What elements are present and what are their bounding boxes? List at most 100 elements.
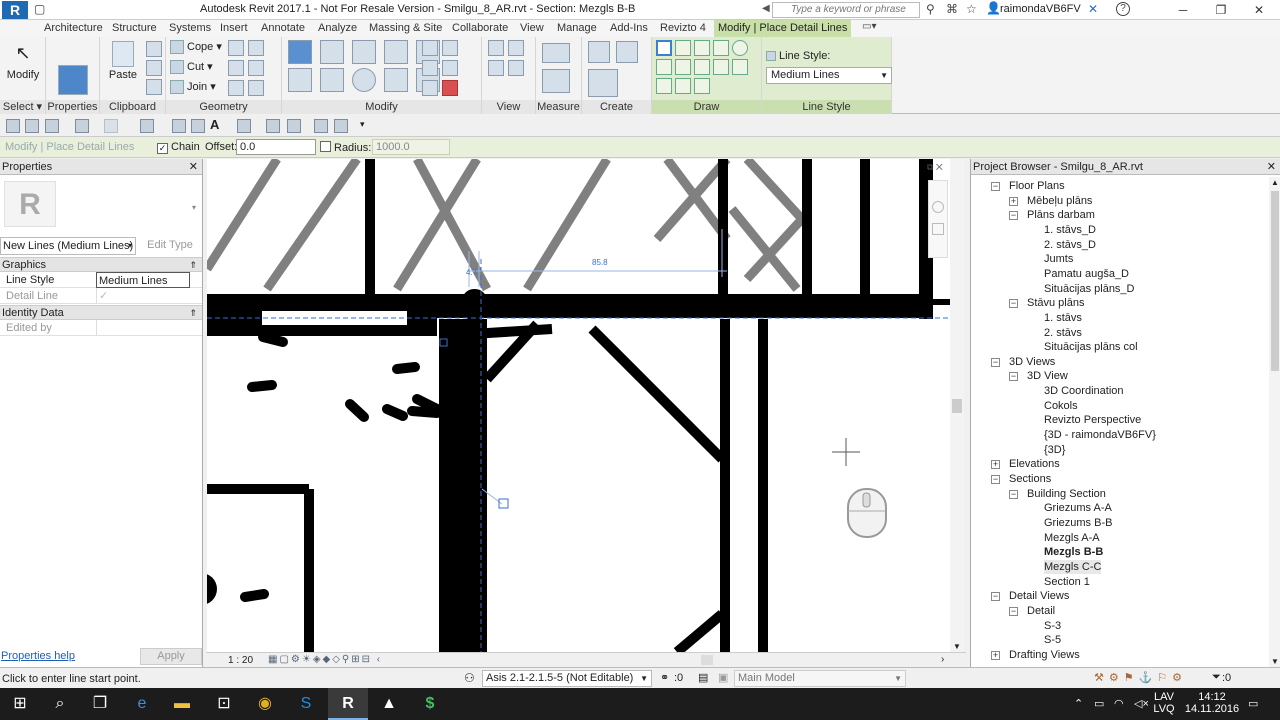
close-hidden-icon[interactable] [314, 119, 328, 133]
filter-icon[interactable]: ⏷ [1212, 671, 1221, 684]
chrome-icon[interactable]: ◉ [245, 688, 285, 720]
trim-multiple-icon[interactable] [442, 40, 458, 56]
browser-node[interactable]: 2. stāvs_D [1044, 238, 1096, 252]
print-icon[interactable] [140, 119, 154, 133]
collapse-icon[interactable]: − [1009, 211, 1018, 221]
grip-handle[interactable] [498, 498, 509, 509]
minimize-ribbon-icon[interactable]: ▭▾ [862, 21, 876, 32]
collapse-icon[interactable]: ⇑ [189, 258, 197, 272]
spline-icon[interactable] [732, 59, 748, 75]
rectangle-tool-icon[interactable] [675, 40, 691, 56]
store-icon[interactable]: ⊡ [204, 688, 244, 720]
properties-button[interactable] [56, 65, 90, 99]
graphics-section[interactable]: Graphics ⇑ [0, 257, 202, 272]
design-options-icon-2[interactable]: ▣ [718, 671, 728, 684]
exchange-icon[interactable]: ✕ [1088, 2, 1098, 16]
tab-revizto[interactable]: Revizto 4 [656, 20, 710, 37]
delete-icon[interactable] [442, 80, 458, 96]
collapse-icon[interactable]: − [991, 357, 1000, 367]
inscribed-polygon-icon[interactable] [713, 40, 729, 56]
steering-wheel-icon[interactable] [932, 201, 944, 213]
tangent-arc-icon[interactable] [694, 59, 710, 75]
browser-node[interactable]: {3D - raimondaVB6FV} [1044, 428, 1156, 442]
browser-node[interactable]: Situācijas plāns_D [1044, 282, 1135, 296]
collapse-icon[interactable]: − [1009, 489, 1018, 499]
open-file-icon[interactable] [6, 119, 20, 133]
money-app-icon[interactable]: $ [410, 688, 450, 720]
revit-taskbar-icon[interactable]: R [328, 688, 368, 720]
close-icon[interactable]: ✕ [1267, 159, 1276, 175]
mirror-axis-icon[interactable] [352, 40, 376, 64]
measure-qat-icon[interactable] [172, 119, 186, 133]
browser-node[interactable]: 1. stāvs_D [1044, 223, 1096, 237]
open-icon[interactable]: ▢ [34, 2, 45, 16]
tab-manage[interactable]: Manage [553, 20, 601, 37]
user-name[interactable]: raimondaVB6FV [1000, 3, 1081, 15]
line-tool-icon[interactable] [656, 40, 672, 56]
notifications-icon[interactable]: ▭ [1248, 697, 1258, 710]
browser-node[interactable]: Drafting Views [1009, 648, 1080, 662]
tab-modify-place-detail-lines[interactable]: Modify | Place Detail Lines [714, 20, 852, 37]
match-type-icon[interactable] [146, 79, 162, 95]
browser-node[interactable]: Plāns darbam [1027, 208, 1095, 222]
browser-node[interactable]: Griezums A-A [1044, 501, 1112, 515]
move-icon[interactable] [288, 68, 312, 92]
active-workset-dropdown[interactable]: Asis 2.1-2.1.5-5 (Not Editable) ▼ [482, 670, 652, 687]
browser-node[interactable]: 2. stāvs [1044, 326, 1082, 340]
drawing-area[interactable]: 4.7 85.8 [207, 159, 950, 652]
radius-checkbox[interactable]: Radius: [320, 141, 371, 154]
file-explorer-icon[interactable]: ▬ [162, 688, 202, 720]
tab-insert[interactable]: Insert [216, 20, 252, 37]
browser-node[interactable]: Stāvu plāns [1027, 296, 1084, 310]
mirror-draw-icon[interactable] [384, 40, 408, 64]
browser-node[interactable]: Mēbeļu plāns [1027, 194, 1092, 208]
tray-expand-icon[interactable]: ⌃ [1074, 697, 1083, 710]
override-icon[interactable] [508, 40, 524, 56]
view-settings-icon[interactable] [508, 60, 524, 76]
collapse-icon[interactable]: ⇑ [189, 306, 197, 320]
dimension-icon[interactable] [542, 69, 570, 93]
browser-node[interactable]: Section 1 [1044, 575, 1090, 589]
thin-lines-icon[interactable] [287, 119, 301, 133]
search-input[interactable]: Type a keyword or phrase [772, 2, 920, 18]
cut-button[interactable]: Cut ▾ [170, 58, 213, 76]
customize-qat-icon[interactable]: ▾ [360, 119, 374, 133]
collapse-icon[interactable]: − [1009, 299, 1018, 309]
tool-icon[interactable] [248, 80, 264, 96]
star-icon[interactable]: ☆ [966, 2, 977, 16]
tab-systems[interactable]: Systems [165, 20, 215, 37]
copy-clipboard-icon[interactable] [146, 60, 162, 76]
properties-help-link[interactable]: Properties help [1, 650, 75, 662]
redo-icon[interactable] [104, 119, 118, 133]
line-style-dropdown[interactable]: Medium Lines ▼ [766, 67, 892, 84]
vertical-scrollbar[interactable]: ▼ [950, 159, 964, 652]
3d-view-icon[interactable] [237, 119, 251, 133]
scroll-thumb[interactable] [1271, 191, 1279, 371]
scale-icon[interactable] [442, 60, 458, 76]
line-style-value-field[interactable]: Medium Lines [96, 272, 190, 288]
linework-icon[interactable] [488, 60, 504, 76]
collapse-icon[interactable]: − [1009, 372, 1018, 382]
view-control-icons[interactable]: ▦▢⚙☀◈◆◇⚲⊞⊟ ‹ [268, 654, 382, 665]
browser-node[interactable]: Cokols [1044, 399, 1078, 413]
clock[interactable]: 14:12 14.11.2016 [1184, 691, 1240, 715]
expand-icon[interactable]: + [991, 650, 1000, 660]
tab-massing-site[interactable]: Massing & Site [365, 20, 446, 37]
dimension-text-1[interactable]: 4.7 [466, 268, 478, 277]
tab-analyze[interactable]: Analyze [314, 20, 361, 37]
create-similar-icon[interactable] [588, 41, 610, 63]
switch-windows-icon[interactable] [334, 119, 348, 133]
browser-node[interactable]: 3D Coordination [1044, 384, 1124, 398]
hide-icon[interactable] [488, 40, 504, 56]
task-view-icon[interactable]: ❐ [80, 688, 120, 720]
application-menu-button[interactable]: R [2, 1, 28, 19]
collapse-icon[interactable]: − [991, 475, 1000, 484]
restore-view-icon[interactable]: ⧉ ✕ [927, 162, 943, 173]
volume-icon[interactable]: ◁× [1134, 697, 1149, 710]
worksets-icon[interactable]: ⚇ [464, 671, 475, 685]
selection-filter-icons[interactable]: ⚒⚙⚑⚓⚐⚙ [1094, 671, 1187, 684]
partial-ellipse-icon[interactable] [675, 78, 691, 94]
ellipse-icon[interactable] [656, 78, 672, 94]
offset-input[interactable]: 0.0 [236, 139, 316, 155]
trim-extend-icon[interactable] [384, 68, 408, 92]
